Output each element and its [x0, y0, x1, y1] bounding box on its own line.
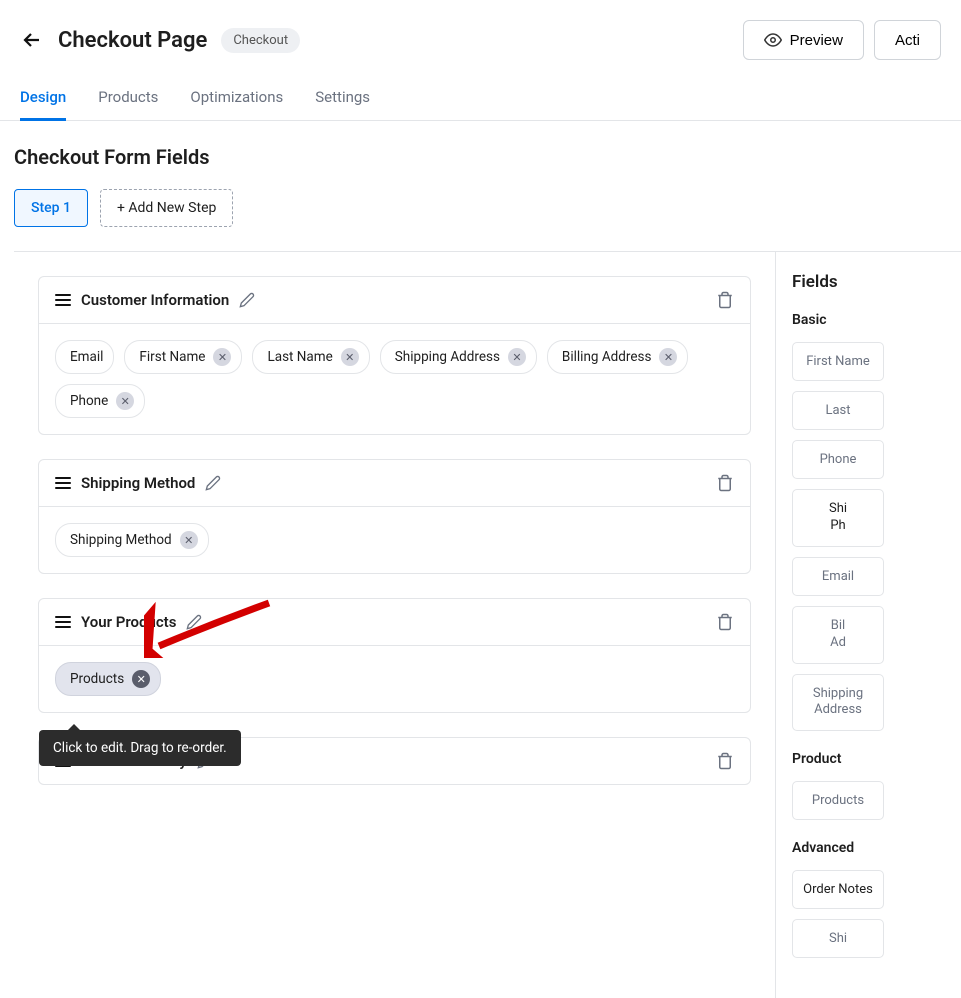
field-option-shipping-address[interactable]: Shipping Address: [792, 674, 884, 732]
steps-row: Step 1 + Add New Step: [14, 189, 961, 227]
page-type-badge: Checkout: [221, 28, 300, 53]
section-header: Shipping Method: [39, 460, 750, 507]
field-option-last-name[interactable]: Last: [792, 391, 884, 430]
field-email[interactable]: Email: [55, 340, 114, 374]
remove-icon[interactable]: ✕: [508, 348, 526, 366]
trash-icon[interactable]: [716, 613, 734, 631]
drag-handle-icon[interactable]: [55, 477, 71, 489]
field-first-name[interactable]: First Name✕: [124, 340, 242, 374]
group-basic-heading: Basic: [792, 312, 961, 328]
tab-optimizations[interactable]: Optimizations: [190, 88, 283, 121]
drag-handle-icon[interactable]: [55, 294, 71, 306]
content-area: Checkout Form Fields Step 1 + Add New St…: [0, 121, 961, 998]
remove-icon[interactable]: ✕: [116, 392, 134, 410]
field-option-first-name[interactable]: First Name: [792, 342, 884, 381]
section-title: Shipping Method: [81, 474, 195, 492]
field-phone[interactable]: Phone✕: [55, 384, 145, 418]
tab-products[interactable]: Products: [98, 88, 158, 121]
field-option-order-notes[interactable]: Order Notes: [792, 870, 884, 909]
field-option-email[interactable]: Email: [792, 557, 884, 596]
remove-icon[interactable]: ✕: [213, 348, 231, 366]
tab-design[interactable]: Design: [20, 88, 66, 121]
section-shipping-method: Shipping Method Shipping Method✕: [38, 459, 751, 574]
trash-icon[interactable]: [716, 474, 734, 492]
trash-icon[interactable]: [716, 752, 734, 770]
field-last-name[interactable]: Last Name✕: [252, 340, 369, 374]
section-heading: Checkout Form Fields: [14, 145, 961, 169]
group-product-items: Products: [792, 781, 961, 820]
section-title: Customer Information: [81, 291, 229, 309]
pencil-icon[interactable]: [205, 475, 221, 491]
group-product-heading: Product: [792, 751, 961, 767]
section-title: Your Products: [81, 613, 176, 631]
form-sections: Customer Information Email First Name✕ L…: [14, 252, 775, 998]
drag-handle-icon[interactable]: [55, 616, 71, 628]
tab-settings[interactable]: Settings: [315, 88, 370, 121]
field-products[interactable]: Products✕: [55, 662, 161, 696]
section-body: Products✕ Click to edit. Drag to re-orde…: [39, 646, 750, 712]
section-header: Your Products: [39, 599, 750, 646]
tabs: Design Products Optimizations Settings: [0, 88, 961, 121]
main-grid: Customer Information Email First Name✕ L…: [14, 251, 961, 998]
remove-icon[interactable]: ✕: [180, 531, 198, 549]
remove-icon[interactable]: ✕: [132, 670, 150, 688]
group-advanced-heading: Advanced: [792, 840, 961, 856]
activate-label: Acti: [895, 32, 920, 49]
step-chip[interactable]: Step 1: [14, 189, 88, 227]
sidebar-heading: Fields: [792, 272, 961, 292]
field-shipping-method[interactable]: Shipping Method✕: [55, 523, 209, 557]
preview-label: Preview: [790, 32, 843, 49]
section-your-products: Your Products Products✕ Click to edit. D…: [38, 598, 751, 713]
remove-icon[interactable]: ✕: [659, 348, 677, 366]
field-option-shipping-phone[interactable]: Shi Ph: [792, 489, 884, 547]
preview-button[interactable]: Preview: [743, 20, 864, 60]
group-basic-items: First Name Last Phone Shi Ph Email Bil A…: [792, 342, 961, 731]
field-shipping-address[interactable]: Shipping Address✕: [380, 340, 537, 374]
trash-icon[interactable]: [716, 291, 734, 309]
field-option-products[interactable]: Products: [792, 781, 884, 820]
section-header: Customer Information: [39, 277, 750, 324]
activate-button[interactable]: Acti: [874, 20, 941, 60]
fields-sidebar: Fields Basic First Name Last Phone Shi P…: [775, 252, 961, 998]
page-header: Checkout Page Checkout Preview Acti: [0, 0, 961, 60]
field-option-billing-address[interactable]: Bil Ad: [792, 606, 884, 664]
field-option-phone[interactable]: Phone: [792, 440, 884, 479]
pencil-icon[interactable]: [186, 614, 202, 630]
group-advanced-items: Order Notes Shi: [792, 870, 961, 958]
section-customer-information: Customer Information Email First Name✕ L…: [38, 276, 751, 435]
header-actions: Preview Acti: [743, 20, 941, 60]
tooltip: Click to edit. Drag to re-order.: [39, 730, 241, 766]
section-body: Email First Name✕ Last Name✕ Shipping Ad…: [39, 324, 750, 434]
back-arrow-icon[interactable]: [20, 28, 44, 52]
field-option-shipping[interactable]: Shi: [792, 919, 884, 958]
field-billing-address[interactable]: Billing Address✕: [547, 340, 689, 374]
remove-icon[interactable]: ✕: [341, 348, 359, 366]
pencil-icon[interactable]: [239, 292, 255, 308]
add-step-button[interactable]: + Add New Step: [100, 189, 233, 227]
section-body: Shipping Method✕: [39, 507, 750, 573]
page-title: Checkout Page: [58, 28, 207, 53]
eye-icon: [764, 31, 782, 49]
